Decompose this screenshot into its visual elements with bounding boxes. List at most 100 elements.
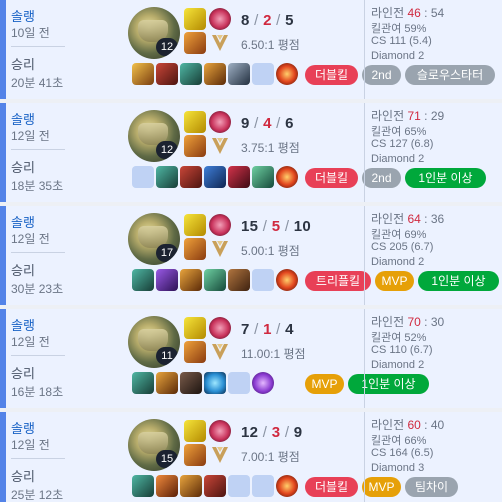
kda-score: 9 / 4 / 6 (241, 115, 294, 132)
item-sword-icon[interactable] (204, 63, 226, 85)
match-card[interactable]: 솔랭 12일 전 승리 30분 23초 17 15 / 5 / 10 5.00:… (0, 206, 502, 305)
kill-participation: 킬관여 65% (371, 126, 427, 138)
secondary-rune-icon[interactable] (209, 238, 231, 260)
empty-item-slot[interactable] (228, 372, 250, 394)
item-axe-icon[interactable] (228, 269, 250, 291)
kill-participation: 킬관여 52% (371, 332, 427, 344)
item-orange-icon[interactable] (156, 475, 178, 497)
secondary-rune-icon[interactable] (209, 341, 231, 363)
empty-item-slot[interactable] (252, 269, 274, 291)
empty-item-slot[interactable] (228, 475, 250, 497)
average-tier: Diamond 2 (371, 153, 425, 165)
average-tier: Diamond 2 (371, 256, 425, 268)
item-sword-icon[interactable] (156, 372, 178, 394)
ward-red-icon[interactable] (276, 166, 298, 188)
divider (11, 46, 65, 47)
keystone-rune-icon[interactable] (209, 111, 231, 133)
ward-red-icon[interactable] (276, 269, 298, 291)
keystone-rune-icon[interactable] (209, 8, 231, 30)
keystone-rune-icon[interactable] (209, 317, 231, 339)
ward-red-icon[interactable] (276, 475, 298, 497)
champion-level: 17 (156, 244, 178, 262)
empty-item-slot[interactable] (252, 475, 274, 497)
match-card[interactable]: 솔랭 12일 전 승리 25분 12초 15 12 / 3 / 9 7.00:1… (0, 412, 502, 502)
champion-portrait[interactable]: 12 (128, 110, 180, 162)
keystone-rune-icon[interactable] (209, 420, 231, 442)
kda-ratio: 3.75:1 평점 (241, 141, 300, 155)
summoner-spell-flash-icon[interactable] (184, 317, 206, 339)
kda-ratio: 11.00:1 평점 (241, 347, 306, 361)
time-ago: 12일 전 (11, 232, 50, 246)
match-card[interactable]: 솔랭 10일 전 승리 20분 41초 12 8 / 2 / 5 6.50:1 … (0, 0, 502, 99)
summoner-spell-ignite-icon[interactable] (184, 32, 206, 54)
champion-portrait[interactable]: 11 (128, 316, 180, 368)
summoner-spell-flash-icon[interactable] (184, 111, 206, 133)
item-dark-icon[interactable] (180, 372, 202, 394)
match-stats: 라인전 60 : 40 킬관여 66% CS 164 (6.5) Diamond… (364, 412, 502, 502)
item-blade-icon[interactable] (228, 63, 250, 85)
kda-score: 12 / 3 / 9 (241, 424, 303, 441)
summoner-spell-ignite-icon[interactable] (184, 341, 206, 363)
item-helm-icon[interactable] (132, 269, 154, 291)
item-helm-icon[interactable] (180, 63, 202, 85)
queue-type: 솔랭 (11, 318, 35, 333)
lane-result: 라인전 70 : 30 (371, 315, 445, 329)
game-duration: 25분 12초 (11, 488, 64, 502)
match-card[interactable]: 솔랭 12일 전 승리 18분 35초 12 9 / 4 / 6 3.75:1 … (0, 103, 502, 202)
summoner-spell-ignite-icon[interactable] (184, 444, 206, 466)
secondary-rune-icon[interactable] (209, 444, 231, 466)
item-gauntlet-icon[interactable] (132, 63, 154, 85)
result-label: 승리 (11, 263, 35, 278)
achievement-badge: 트리플킬 (305, 271, 371, 291)
average-tier: Diamond 3 (371, 462, 425, 474)
summoner-spell-flash-icon[interactable] (184, 420, 206, 442)
item-armor-icon[interactable] (180, 166, 202, 188)
creep-score: CS 111 (5.4) (371, 35, 432, 47)
item-green-icon[interactable] (204, 269, 226, 291)
item-sword-icon[interactable] (180, 475, 202, 497)
summoner-spell-flash-icon[interactable] (184, 214, 206, 236)
ward-purple-icon[interactable] (252, 372, 274, 394)
ward-red-icon[interactable] (276, 63, 298, 85)
match-stats: 라인전 46 : 54 킬관여 59% CS 111 (5.4) Diamond… (364, 0, 502, 99)
item-armor-icon[interactable] (156, 63, 178, 85)
kill-participation: 킬관여 66% (371, 435, 427, 447)
item-sword-icon[interactable] (180, 269, 202, 291)
average-tier: Diamond 2 (371, 50, 425, 62)
kda-score: 8 / 2 / 5 (241, 12, 294, 29)
secondary-rune-icon[interactable] (209, 135, 231, 157)
summoner-spell-flash-icon[interactable] (184, 8, 206, 30)
secondary-rune-icon[interactable] (209, 32, 231, 54)
match-stats: 라인전 64 : 36 킬관여 69% CS 205 (6.7) Diamond… (364, 206, 502, 305)
summoner-spell-ignite-icon[interactable] (184, 135, 206, 157)
result-label: 승리 (11, 160, 35, 175)
time-ago: 12일 전 (11, 438, 50, 452)
game-duration: 20분 41초 (11, 76, 64, 90)
empty-item-slot[interactable] (132, 166, 154, 188)
champion-portrait[interactable]: 12 (128, 7, 180, 59)
empty-item-slot[interactable] (252, 63, 274, 85)
champion-level: 15 (156, 450, 178, 468)
kda-score: 7 / 1 / 4 (241, 321, 294, 338)
creep-score: CS 127 (6.8) (371, 138, 434, 150)
item-armor-icon[interactable] (204, 475, 226, 497)
summoner-spell-ignite-icon[interactable] (184, 238, 206, 260)
match-card[interactable]: 솔랭 12일 전 승리 16분 18초 11 7 / 1 / 4 11.00:1… (0, 309, 502, 408)
kill-participation: 킬관여 59% (371, 23, 427, 35)
champion-portrait[interactable]: 15 (128, 419, 180, 471)
item-red-blade-icon[interactable] (228, 166, 250, 188)
keystone-rune-icon[interactable] (209, 214, 231, 236)
kda-ratio: 5.00:1 평점 (241, 244, 300, 258)
champion-portrait[interactable]: 17 (128, 213, 180, 265)
game-duration: 16분 18초 (11, 385, 64, 399)
item-helm-icon[interactable] (132, 372, 154, 394)
item-green-icon[interactable] (252, 166, 274, 188)
item-blue-flame-icon[interactable] (204, 372, 226, 394)
achievement-badge: MVP (305, 374, 344, 394)
creep-score: CS 164 (6.5) (371, 447, 434, 459)
item-helm-icon[interactable] (132, 475, 154, 497)
item-blue-icon[interactable] (204, 166, 226, 188)
item-purple-icon[interactable] (156, 269, 178, 291)
item-helm-icon[interactable] (156, 166, 178, 188)
result-label: 승리 (11, 57, 35, 72)
